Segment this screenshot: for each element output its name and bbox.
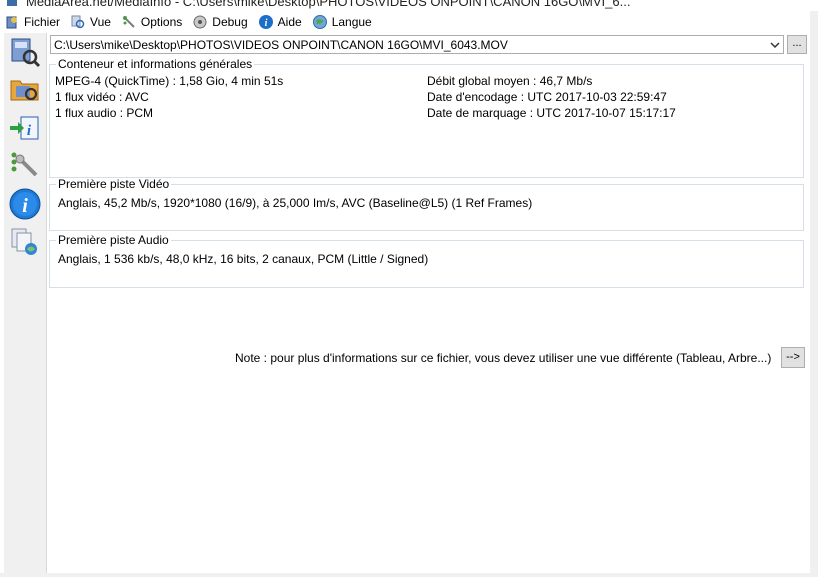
title-bar: MediaArea.net/MediaInfo - C:\Users\mike\… xyxy=(0,0,818,10)
menu-vue-label: Vue xyxy=(90,15,111,29)
chevron-down-icon[interactable] xyxy=(769,39,781,51)
menu-options-label: Options xyxy=(140,15,183,29)
debug-icon xyxy=(193,15,207,29)
menu-vue[interactable]: Vue xyxy=(66,12,117,32)
open-file-icon[interactable] xyxy=(8,35,42,69)
general-tagged-date: Date de marquage : UTC 2017-10-07 15:17:… xyxy=(427,106,676,120)
change-view-button[interactable]: --> xyxy=(781,347,805,368)
langue-icon xyxy=(312,15,327,29)
menu-aide-label: Aide xyxy=(277,15,302,29)
menu-fichier[interactable]: Fichier xyxy=(0,12,66,32)
open-folder-icon[interactable] xyxy=(8,72,42,106)
about-icon[interactable]: i xyxy=(8,187,42,221)
general-audio-streams: 1 flux audio : PCM xyxy=(55,106,154,120)
main-panel: C:\Users\mike\Desktop\PHOTOS\VIDEOS ONPO… xyxy=(48,33,810,573)
svg-text:i: i xyxy=(22,195,28,217)
general-legend: Conteneur et informations générales xyxy=(56,57,255,71)
sidebar-toolbar: i i xyxy=(4,33,47,573)
menu-langue-label: Langue xyxy=(331,15,372,29)
general-bitrate: Débit global moyen : 46,7 Mb/s xyxy=(427,74,593,88)
svg-text:i: i xyxy=(264,18,267,29)
file-select[interactable]: C:\Users\mike\Desktop\PHOTOS\VIDEOS ONPO… xyxy=(50,35,784,54)
audio-details: Anglais, 1 536 kb/s, 48,0 kHz, 16 bits, … xyxy=(58,252,429,266)
menu-options[interactable]: Options xyxy=(117,12,188,32)
app-icon xyxy=(7,0,17,6)
general-format: MPEG-4 (QuickTime) : 1,58 Gio, 4 min 51s xyxy=(55,74,284,88)
menu-debug[interactable]: Debug xyxy=(188,12,253,32)
knowledge-base-icon[interactable] xyxy=(8,225,42,259)
audio-group: Première piste Audio Anglais, 1 536 kb/s… xyxy=(49,234,804,288)
general-video-streams: 1 flux vidéo : AVC xyxy=(55,90,149,104)
general-encoded-date: Date d'encodage : UTC 2017-10-03 22:59:4… xyxy=(427,90,667,104)
preferences-icon[interactable] xyxy=(8,149,42,183)
menu-debug-label: Debug xyxy=(212,15,248,29)
options-icon xyxy=(122,16,135,28)
window-right-edge xyxy=(810,11,818,577)
vue-icon xyxy=(71,15,85,29)
file-path: C:\Users\mike\Desktop\PHOTOS\VIDEOS ONPO… xyxy=(54,38,508,52)
menu-fichier-label: Fichier xyxy=(24,15,61,29)
menu-langue[interactable]: Langue xyxy=(308,12,378,32)
menu-aide[interactable]: i Aide xyxy=(254,12,308,32)
general-group: Conteneur et informations générales MPEG… xyxy=(49,58,804,178)
audio-legend: Première piste Audio xyxy=(56,233,171,247)
window-title: MediaArea.net/MediaInfo - C:\Users\mike\… xyxy=(26,0,631,9)
video-group: Première piste Vidéo Anglais, 45,2 Mb/s,… xyxy=(49,178,804,231)
video-details: Anglais, 45,2 Mb/s, 1920*1080 (16/9), à … xyxy=(58,196,533,210)
aide-icon: i xyxy=(258,15,273,29)
fichier-icon xyxy=(6,16,17,29)
view-note: Note : pour plus d'informations sur ce f… xyxy=(235,351,772,365)
export-icon[interactable]: i xyxy=(8,111,42,145)
video-legend: Première piste Vidéo xyxy=(56,177,172,191)
browse-button[interactable]: ... xyxy=(787,35,807,54)
window-bottom-edge xyxy=(0,573,818,577)
menu-bar: Fichier Vue Options Debug i Aide Langue xyxy=(0,11,818,33)
